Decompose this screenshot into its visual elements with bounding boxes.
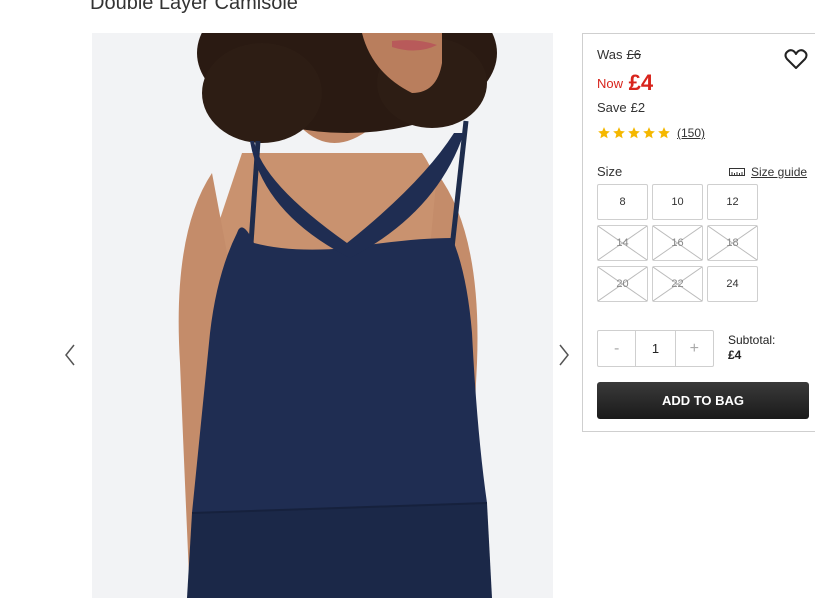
- size-guide-link[interactable]: Size guide: [729, 165, 807, 179]
- quantity-increase-button[interactable]: +: [676, 331, 713, 366]
- size-option-label: 22: [671, 278, 684, 290]
- now-value: £4: [628, 70, 654, 95]
- ruler-icon: [729, 168, 745, 176]
- was-label: Was: [597, 47, 623, 62]
- product-title: Double Layer Camisole: [90, 0, 298, 14]
- size-selector: 8 10 12 14 16 18 20 22 24: [597, 184, 763, 302]
- size-option-label: 24: [726, 278, 739, 290]
- save-amount: Save £2: [597, 100, 645, 115]
- was-price: Was £6: [597, 47, 641, 62]
- chevron-left-icon: [65, 344, 75, 366]
- save-value: £2: [630, 100, 646, 115]
- now-label: Now: [597, 76, 624, 91]
- save-label: Save: [597, 100, 627, 115]
- size-option-label: 14: [616, 237, 629, 249]
- was-value: £6: [626, 47, 641, 62]
- wishlist-button[interactable]: [784, 48, 808, 70]
- size-option[interactable]: 16: [652, 225, 703, 261]
- size-option[interactable]: 8: [597, 184, 648, 220]
- add-to-bag-button[interactable]: ADD TO BAG: [597, 382, 809, 419]
- star-rating: [597, 126, 672, 140]
- rating: (150): [597, 126, 705, 140]
- size-option-label: 18: [726, 237, 739, 249]
- size-option-label: 8: [619, 196, 626, 208]
- quantity-stepper: - 1 +: [597, 330, 714, 367]
- size-option[interactable]: 10: [652, 184, 703, 220]
- star-icon: [658, 127, 670, 139]
- size-option[interactable]: 22: [652, 266, 703, 302]
- star-icon: [598, 127, 610, 139]
- purchase-panel: Was £6 Now £4 Save £2 (150) Size Size guid…: [582, 33, 815, 432]
- heart-icon: [784, 49, 808, 69]
- size-option-label: 20: [616, 278, 629, 290]
- subtotal-value: £4: [728, 348, 742, 362]
- size-option[interactable]: 20: [597, 266, 648, 302]
- gallery-prev-button[interactable]: [60, 340, 80, 370]
- size-option[interactable]: 12: [707, 184, 758, 220]
- product-image[interactable]: [92, 33, 553, 598]
- size-option-label: 12: [726, 196, 739, 208]
- chevron-right-icon: [559, 344, 569, 366]
- gallery-next-button[interactable]: [554, 340, 574, 370]
- size-option[interactable]: 18: [707, 225, 758, 261]
- now-price: Now £4: [597, 68, 654, 95]
- subtotal-label: Subtotal:: [728, 333, 776, 347]
- size-option[interactable]: 14: [597, 225, 648, 261]
- size-label: Size: [597, 164, 623, 179]
- subtotal: Subtotal: £4: [728, 333, 775, 363]
- size-option-label: 10: [671, 196, 684, 208]
- star-icon: [643, 127, 655, 139]
- size-guide-label: Size guide: [751, 165, 808, 179]
- quantity-value[interactable]: 1: [635, 331, 676, 366]
- size-option[interactable]: 24: [707, 266, 758, 302]
- quantity-decrease-button[interactable]: -: [598, 331, 635, 366]
- reviews-link[interactable]: (150): [677, 126, 705, 140]
- star-icon: [613, 127, 625, 139]
- star-icon: [628, 127, 640, 139]
- size-option-label: 16: [671, 237, 684, 249]
